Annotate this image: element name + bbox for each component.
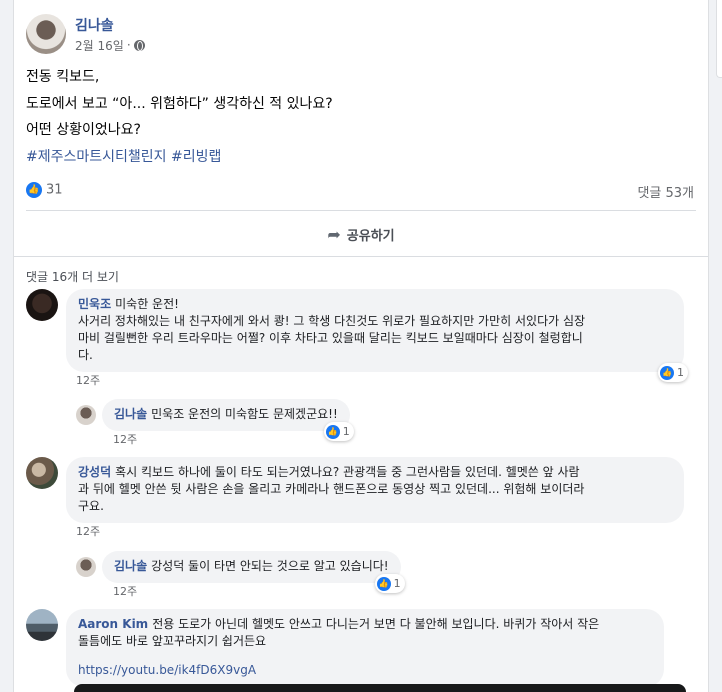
globe-icon[interactable] [133,39,145,51]
comment-text: 혹시 킥보드 하나에 둘이 타도 되는거였나요? 관광객들 중 그런사람들 있던… [115,465,580,479]
reply-bubble: 김나솔 강성덕 둘이 타면 안되는 것으로 알고 있습니다! 👍 1 [102,551,405,593]
reply-time[interactable]: 12주 [113,583,137,599]
hashtag-link[interactable]: #제주스마트시티챌린지 [26,149,167,165]
comment-item: 강성덕 혹시 킥보드 하나에 둘이 타도 되는거였나요? 관광객들 중 그런사람들… [26,457,684,523]
post-header: 김나솔 2월 16일 · [26,14,145,54]
meta-separator: · [126,38,131,52]
comment-bubble: 민욱조 미숙한 운전! 사거리 정차해있는 내 친구자에게 와서 쾅! 그 학생 … [66,289,688,382]
replier-name[interactable]: 김나솔 [114,407,147,421]
comment-text: 사거리 정차해있는 내 친구자에게 와서 쾅! 그 학생 다친것도 위로가 필요… [78,314,586,328]
share-icon: ➦ [327,224,341,244]
post-date[interactable]: 2월 16일 [75,37,124,54]
comment-reactions[interactable]: 👍 1 [658,363,688,382]
commenter-avatar[interactable] [26,457,58,489]
like-icon: 👍 [26,182,42,198]
divider [26,210,696,211]
like-icon: 👍 [325,424,340,439]
comment-item: Aaron Kim 전용 도로가 아닌데 헬멧도 안쓰고 다니는거 보면 다 불안… [26,609,664,687]
author-name[interactable]: 김나솔 [75,15,145,35]
comment-text: 돌틈에도 바로 앞꼬꾸라지기 쉽거든요 [78,634,267,648]
share-button[interactable]: ➦ 공유하기 [14,218,708,250]
comment-text: 마비 걸릴뻔한 우리 트라우마는 어쩔? 이후 차타고 있을때 달리는 킥보드 … [78,331,583,345]
comment-text: 다. [78,348,93,362]
reply-time[interactable]: 12주 [113,431,137,447]
commenter-avatar[interactable] [26,609,58,641]
comment-bubble: 강성덕 혹시 킥보드 하나에 둘이 타도 되는거였나요? 관광객들 중 그런사람들… [66,457,684,523]
link-preview[interactable] [74,684,686,692]
reply-reactions[interactable]: 👍 1 [374,574,405,593]
comment-text: 과 뒤에 헬멧 안쓴 뒷 사람은 손을 올리고 카메라나 핸드폰으로 동영상 찍… [78,482,585,496]
reply-reactions[interactable]: 👍 1 [323,422,354,441]
comment-text: 미숙한 운전! [115,297,179,311]
comment-time[interactable]: 12주 [76,523,100,539]
comment-count[interactable]: 댓글 53개 [637,182,694,201]
comments-section: 댓글 16개 더 보기 민욱조 미숙한 운전! 사거리 정차해있는 내 친구자에게… [14,256,708,692]
like-icon: 👍 [660,365,674,380]
reaction-count: 1 [393,577,401,590]
share-label: 공유하기 [346,228,395,244]
post-body: 전동 킥보드, 도로에서 보고 “아... 위험하다” 생각하신 적 있나요? … [26,64,333,170]
replier-avatar[interactable] [76,557,96,577]
post-card: 김나솔 2월 16일 · 전동 킥보드, 도로에서 보고 “아... 위험하다”… [13,0,709,692]
comment-text: 전용 도로가 아닌데 헬멧도 안쓰고 다니는거 보면 다 불안해 보입니다. 바… [152,617,600,631]
comment-text: 구요. [78,499,104,513]
post-line: 어떤 상황이었나요? [26,122,141,138]
author-avatar[interactable] [26,14,66,54]
like-icon: 👍 [376,576,391,591]
reply-item: 김나솔 강성덕 둘이 타면 안되는 것으로 알고 있습니다! 👍 1 [76,551,405,593]
replier-name[interactable]: 김나솔 [114,559,147,573]
post-line: 도로에서 보고 “아... 위험하다” 생각하신 적 있나요? [26,95,333,112]
replier-avatar[interactable] [76,405,96,425]
commenter-name[interactable]: 강성덕 [78,465,111,479]
reply-bubble: 김나솔 민욱조 운전의 미숙함도 문제겠군요!! 👍 1 [102,399,354,441]
reply-item: 김나솔 민욱조 운전의 미숙함도 문제겠군요!! 👍 1 [76,399,354,441]
post-meta: 2월 16일 · [75,37,145,54]
comment-link[interactable]: https://youtu.be/ik4fD6X9vgA [78,662,652,679]
reaction-count-wrap[interactable]: 👍 31 [26,182,63,201]
reply-text: 강성덕 둘이 타면 안되는 것으로 알고 있습니다! [151,559,389,573]
reaction-summary: 👍 31 댓글 53개 [26,182,694,201]
commenter-name[interactable]: 민욱조 [78,297,111,311]
comment-time[interactable]: 12주 [76,372,100,388]
hashtag-link[interactable]: #리빙랩 [171,149,221,165]
comment-bubble: Aaron Kim 전용 도로가 아닌데 헬멧도 안쓰고 다니는거 보면 다 불안… [66,609,664,687]
hashtags: #제주스마트시티챌린지 #리빙랩 [26,144,333,171]
commenter-name[interactable]: Aaron Kim [78,617,148,631]
right-panel-edge [716,0,722,78]
reaction-count: 1 [677,366,684,379]
reaction-count: 31 [46,182,63,198]
post-line: 전동 킥보드, [26,69,100,85]
commenter-avatar[interactable] [26,289,58,321]
view-more-comments[interactable]: 댓글 16개 더 보기 [26,268,119,285]
reply-text: 민욱조 운전의 미숙함도 문제겠군요!! [151,407,338,421]
reaction-count: 1 [342,425,350,438]
comment-item: 민욱조 미숙한 운전! 사거리 정차해있는 내 친구자에게 와서 쾅! 그 학생 … [26,289,688,382]
